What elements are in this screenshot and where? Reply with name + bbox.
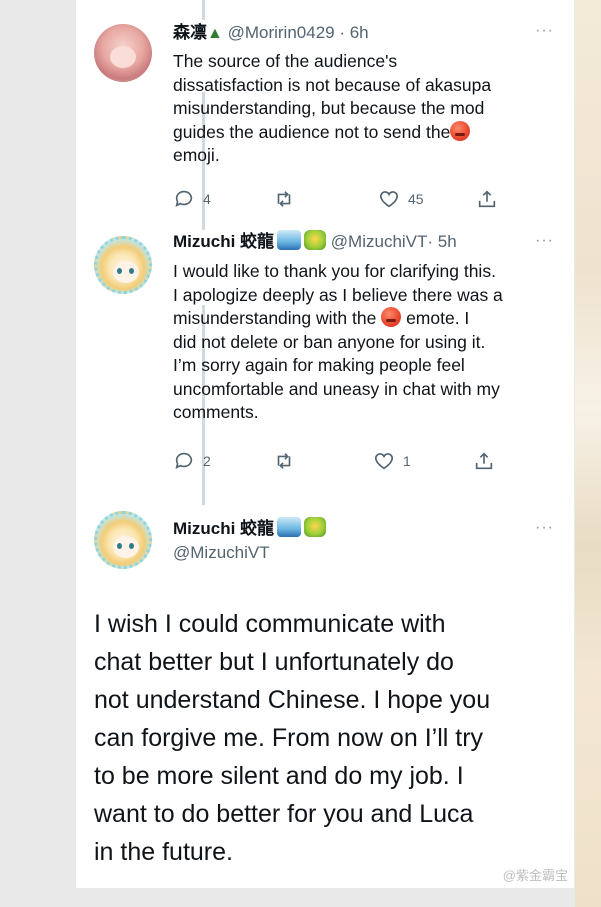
background-strip xyxy=(575,0,601,907)
share-icon xyxy=(475,452,493,470)
angry-face-emoji-icon xyxy=(450,120,471,141)
reply-icon xyxy=(175,452,193,469)
angry-face-emoji-icon xyxy=(381,307,402,327)
tweet-actions: 4 45 xyxy=(173,188,563,212)
watermark: @紫金霸宝 xyxy=(502,868,568,883)
more-options-icon[interactable]: ··· xyxy=(535,519,554,537)
share-button[interactable] xyxy=(476,188,498,210)
reply-button[interactable]: 2 xyxy=(173,450,211,472)
like-button[interactable]: 1 xyxy=(373,450,411,472)
heart-icon xyxy=(379,191,399,208)
text-line: not understand Chinese. I hope you xyxy=(94,686,491,714)
text-line: in the future. xyxy=(94,838,233,866)
avatar[interactable] xyxy=(94,236,152,294)
text-line: misunderstanding with the emote. I xyxy=(173,307,470,328)
text-line: want to do better for you and Luca xyxy=(94,800,474,828)
dragon-emoji-icon xyxy=(304,517,327,537)
tweet-header: Mizuchi 蛟龍 @MizuchiVT· 5h xyxy=(173,230,457,253)
like-count: 45 xyxy=(408,191,424,207)
dragon-emoji-icon xyxy=(304,230,327,250)
text-line: misunderstanding, but because the mod xyxy=(173,98,485,118)
tweet-text: I wish I could communicate with chat bet… xyxy=(94,605,564,871)
heart-icon xyxy=(374,453,394,470)
text-line: I would like to thank you for clarifying… xyxy=(173,261,496,281)
text-line: uncomfortable and uneasy in chat with my xyxy=(173,378,500,399)
display-name[interactable]: 森凛 xyxy=(173,23,207,42)
handle[interactable]: @Moririn0429 xyxy=(228,23,335,42)
text-line: guides the audience not to send the xyxy=(173,120,563,145)
text-line: I’m sorry again for making people feel xyxy=(173,355,465,375)
tweet-3-main[interactable]: Mizuchi 蛟龍 @MizuchiVT ··· I wish I could… xyxy=(76,505,574,888)
text-line: can forgive me. From now on I’ll try xyxy=(94,724,484,752)
more-options-icon[interactable]: ··· xyxy=(535,22,554,40)
tweet-2[interactable]: Mizuchi 蛟龍 @MizuchiVT· 5h ··· I would li… xyxy=(76,226,574,486)
retweet-button[interactable] xyxy=(273,188,295,210)
reply-button[interactable]: 4 xyxy=(173,188,211,210)
text-line: comments. xyxy=(173,402,259,422)
display-name[interactable]: Mizuchi 蛟龍 xyxy=(173,232,274,251)
handle[interactable]: @MizuchiVT xyxy=(173,543,270,562)
more-options-icon[interactable]: ··· xyxy=(535,232,554,250)
tweet-actions: 2 1 xyxy=(173,450,563,474)
reply-count: 4 xyxy=(203,191,211,207)
text-line: The source of the audience's xyxy=(173,51,398,71)
text-line: dissatisfaction is not because of akasup… xyxy=(173,74,492,95)
avatar[interactable] xyxy=(94,24,152,82)
timestamp[interactable]: · 6h xyxy=(339,23,368,42)
timestamp[interactable]: · 5h xyxy=(427,232,456,251)
avatar[interactable] xyxy=(94,511,152,569)
tweet-header: Mizuchi 蛟龍 xyxy=(173,517,327,540)
reply-icon xyxy=(175,190,193,207)
retweet-button[interactable] xyxy=(273,450,295,472)
tree-emoji-icon: ▲ xyxy=(207,25,223,42)
tweet-handle-row: @MizuchiVT xyxy=(173,542,270,564)
wave-emoji-icon xyxy=(277,517,302,537)
text-line: chat better but I unfortunately do xyxy=(94,648,454,676)
text-line: did not delete or ban anyone for using i… xyxy=(173,331,486,352)
like-count: 1 xyxy=(403,453,411,469)
reply-count: 2 xyxy=(203,453,211,469)
text-line: I apologize deeply as I believe there wa… xyxy=(173,284,503,305)
tweet-header: 森凛▲ @Moririn0429 · 6h xyxy=(173,22,369,45)
text-line: emoji. xyxy=(173,145,220,165)
retweet-icon xyxy=(277,191,291,207)
wave-emoji-icon xyxy=(277,230,302,250)
share-button[interactable] xyxy=(473,450,495,472)
retweet-icon xyxy=(277,453,291,469)
text-line: to be more silent and do my job. I xyxy=(94,762,464,790)
share-icon xyxy=(478,190,496,208)
tweet-text: I would like to thank you for clarifying… xyxy=(173,260,563,425)
tweet-thread-card: 森凛▲ @Moririn0429 · 6h ··· The source of … xyxy=(76,0,574,888)
text-line: I wish I could communicate with xyxy=(94,610,446,638)
display-name[interactable]: Mizuchi 蛟龍 xyxy=(173,519,274,538)
tweet-text: The source of the audience's dissatisfac… xyxy=(173,50,563,168)
handle[interactable]: @MizuchiVT xyxy=(331,232,428,251)
tweet-1[interactable]: 森凛▲ @Moririn0429 · 6h ··· The source of … xyxy=(76,0,574,226)
like-button[interactable]: 45 xyxy=(378,188,424,210)
